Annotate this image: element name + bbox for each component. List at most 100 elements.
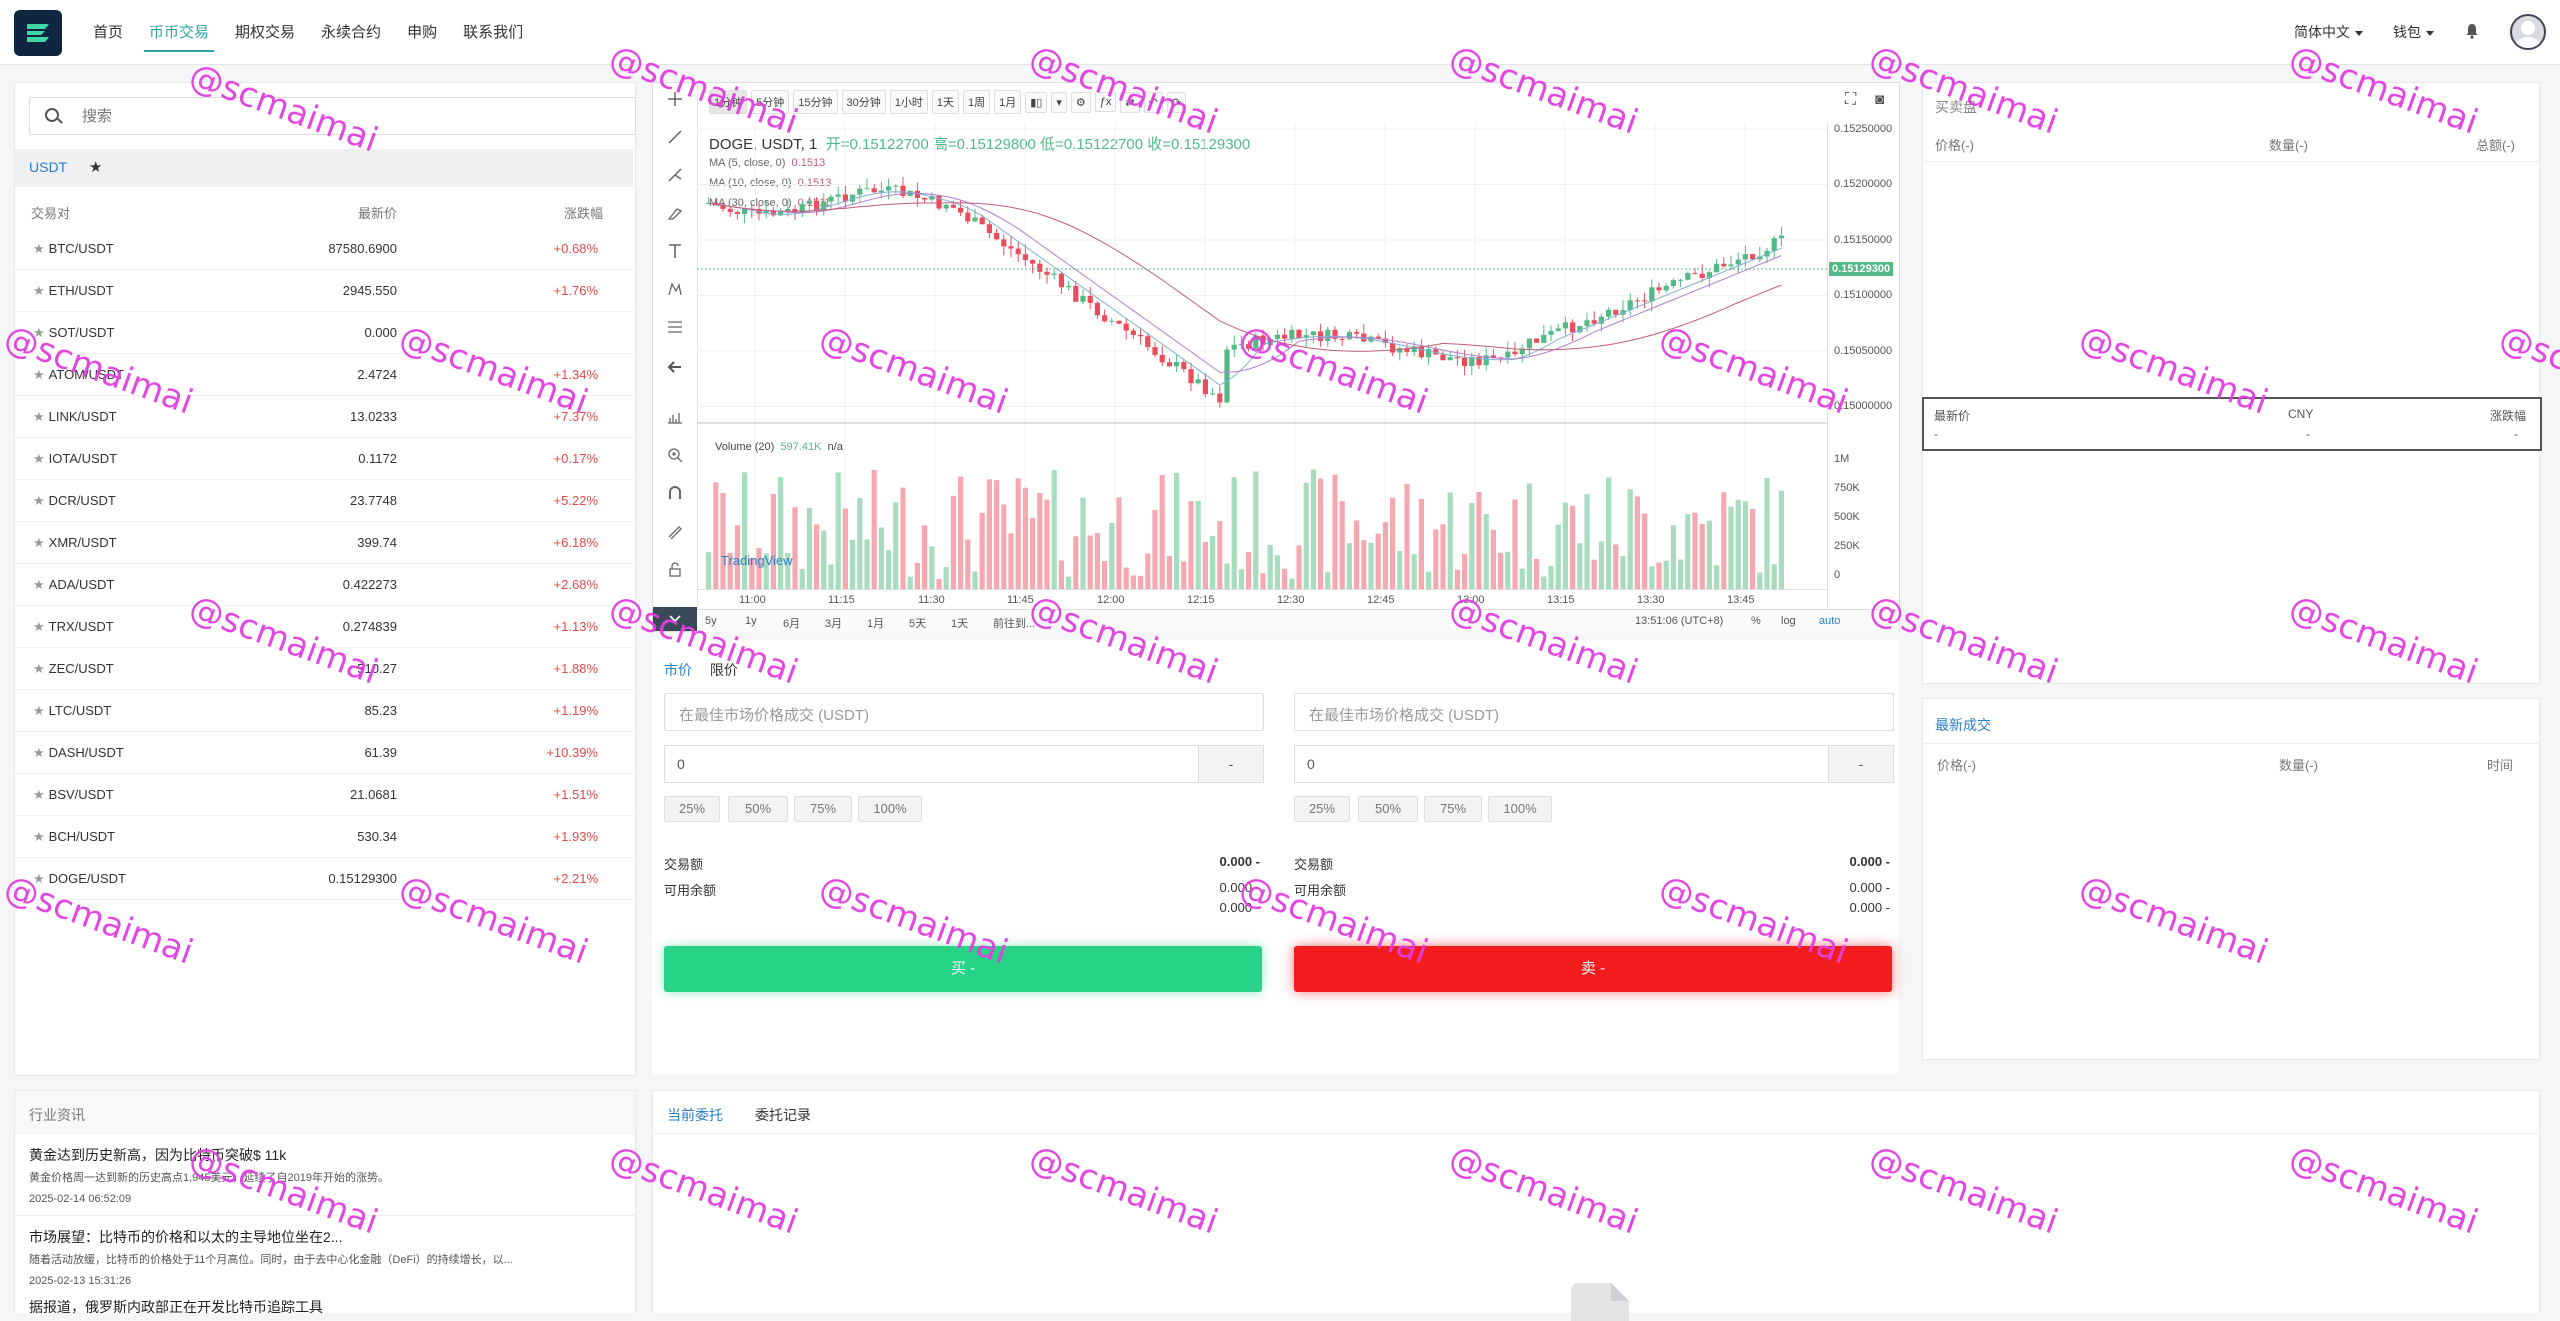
buy-price-field[interactable]: 在最佳市场价格成交 (USDT) (664, 693, 1264, 731)
market-row[interactable]: SOT/USDT 0.000 (15, 311, 633, 354)
sell-pct-50[interactable]: 50% (1358, 796, 1418, 822)
market-row[interactable]: BCH/USDT 530.34 +1.93% (15, 815, 633, 858)
range-5y[interactable]: 5y (705, 615, 717, 627)
range-1d[interactable]: 1天 (951, 615, 968, 631)
market-row[interactable]: LTC/USDT 85.23 +1.19% (15, 689, 633, 732)
market-row[interactable]: ZEC/USDT 510.27 +1.88% (15, 647, 633, 690)
fib-icon[interactable] (667, 319, 683, 335)
range-3m[interactable]: 3月 (825, 615, 842, 631)
market-row[interactable]: ETH/USDT 2945.550 +1.76% (15, 269, 633, 312)
zoom-in-icon[interactable] (667, 447, 683, 463)
range-1m[interactable]: 1月 (867, 615, 884, 631)
market-row[interactable]: BTC/USDT 87580.6900 +0.68% (15, 227, 633, 270)
scale-auto[interactable]: auto (1819, 615, 1840, 627)
news-item[interactable]: 市场展望：比特币的价格和以太的主导地位坐在2... 随着活动放缓，比特币的价格处… (29, 1227, 629, 1287)
pencil-lock-icon[interactable] (667, 523, 683, 539)
interval-1m[interactable]: 1分钟 (709, 90, 748, 114)
wallet-dropdown[interactable]: 钱包 (2393, 22, 2434, 42)
market-row[interactable]: DOGE/USDT 0.15129300 +2.21% (15, 857, 633, 900)
buy-pct-25[interactable]: 25% (664, 796, 720, 822)
buy-button[interactable]: 买 - (664, 946, 1262, 992)
interval-5m[interactable]: 5分钟 (751, 90, 790, 114)
brush-icon[interactable] (667, 205, 683, 221)
range-1y[interactable]: 1y (745, 615, 757, 627)
sell-pct-75[interactable]: 75% (1424, 796, 1482, 822)
buy-pct-100[interactable]: 100% (858, 796, 922, 822)
nav-spot-trading[interactable]: 币币交易 (136, 0, 222, 64)
minus-button[interactable]: - (1828, 746, 1893, 782)
nav-contact[interactable]: 联系我们 (450, 0, 536, 64)
sell-button[interactable]: 卖 - (1294, 946, 1892, 992)
undo-icon[interactable]: ↶ (1143, 91, 1163, 113)
tab-usdt[interactable]: USDT (29, 159, 67, 175)
news-item[interactable]: 黄金达到历史新高，因为比特币突破$ 11k 黄金价格周一达到新的历史高点1,94… (29, 1145, 629, 1205)
interval-1w[interactable]: 1周 (963, 90, 991, 114)
interval-15m[interactable]: 15分钟 (793, 90, 838, 114)
compare-icon[interactable]: ⇄ (1120, 91, 1140, 113)
market-row[interactable]: ATOM/USDT 2.4724 +1.34% (15, 353, 633, 396)
market-row[interactable]: LINK/USDT 13.0233 +7.37% (15, 395, 633, 438)
nav-perpetual[interactable]: 永续合约 (308, 0, 394, 64)
tradingview-logo[interactable]: TradingView (721, 553, 793, 568)
logo[interactable] (14, 10, 62, 56)
market-row[interactable]: TRX/USDT 0.274839 +1.13% (15, 605, 633, 648)
avatar[interactable] (2510, 14, 2546, 50)
trades-col-time: 时间 (2486, 758, 2513, 773)
text-icon[interactable] (667, 243, 683, 259)
redo-icon[interactable]: ↷ (1166, 91, 1187, 113)
scale-percent[interactable]: % (1751, 615, 1761, 627)
arrow-left-icon[interactable] (667, 359, 683, 375)
search-input[interactable] (80, 98, 624, 134)
tab-market-order[interactable]: 市价 (664, 662, 692, 678)
pattern-icon[interactable] (667, 281, 683, 297)
notification-bell-icon[interactable] (2464, 23, 2480, 42)
nav-home[interactable]: 首页 (80, 0, 136, 64)
indicators-icon[interactable]: ƒx (1094, 92, 1117, 112)
magnet-icon[interactable] (667, 485, 683, 501)
tab-current-orders[interactable]: 当前委托 (667, 1105, 723, 1125)
interval-1M[interactable]: 1月 (994, 90, 1022, 114)
market-row[interactable]: DCR/USDT 23.7748 +5.22% (15, 479, 633, 522)
dropdown-icon[interactable]: ▾ (1051, 91, 1067, 113)
crosshair-icon[interactable] (667, 91, 683, 107)
range-5d[interactable]: 5天 (909, 615, 926, 631)
scale-log[interactable]: log (1781, 615, 1796, 627)
trend-line-icon[interactable] (667, 129, 683, 145)
range-6m[interactable]: 6月 (783, 615, 800, 631)
camera-icon[interactable]: ◙ (1875, 91, 1884, 108)
tab-limit-order[interactable]: 限价 (710, 662, 738, 678)
tab-favorites[interactable]: ★ (89, 158, 102, 176)
minus-button[interactable]: - (1198, 746, 1263, 782)
quantity-value: 0 (1307, 756, 1315, 772)
market-row[interactable]: IOTA/USDT 0.1172 +0.17% (15, 437, 633, 480)
market-row[interactable]: BSV/USDT 21.0681 +1.51% (15, 773, 633, 816)
interval-1d[interactable]: 1天 (931, 90, 959, 114)
sell-quantity-field[interactable]: 0- (1294, 745, 1894, 783)
interval-30m[interactable]: 30分钟 (841, 90, 886, 114)
news-item[interactable]: 据报道，俄罗斯内政部正在开发比特币追踪工具 (29, 1297, 629, 1317)
market-row[interactable]: XMR/USDT 399.74 +6.18% (15, 521, 633, 564)
market-row[interactable]: DASH/USDT 61.39 +10.39% (15, 731, 633, 774)
buy-quantity-field[interactable]: 0- (664, 745, 1264, 783)
candle-type-icon[interactable]: ▮▯ (1025, 91, 1048, 113)
goto-date[interactable]: 前往到... (993, 615, 1035, 631)
buy-pct-50[interactable]: 50% (728, 796, 788, 822)
collapse-toolbar-button[interactable] (653, 607, 697, 631)
pitchfork-icon[interactable] (667, 167, 683, 183)
lock-icon[interactable] (667, 561, 683, 577)
settings-gear-icon[interactable]: ⚙ (1070, 91, 1091, 113)
language-dropdown[interactable]: 简体中文 (2294, 22, 2363, 42)
price-tick: 0.15150000 (1834, 234, 1893, 246)
nav-options[interactable]: 期权交易 (222, 0, 308, 64)
fullscreen-icon[interactable]: ⛶ (1845, 91, 1856, 109)
price-chart[interactable]: 1分钟 5分钟 15分钟 30分钟 1小时 1天 1周 1月 ▮▯ ▾ ⚙ ƒx… (652, 82, 1900, 632)
sell-price-field[interactable]: 在最佳市场价格成交 (USDT) (1294, 693, 1894, 731)
nav-subscribe[interactable]: 申购 (394, 0, 450, 64)
market-row[interactable]: ADA/USDT 0.422273 +2.68% (15, 563, 633, 606)
tab-order-history[interactable]: 委托记录 (755, 1105, 811, 1125)
interval-1h[interactable]: 1小时 (889, 90, 928, 114)
buy-pct-75[interactable]: 75% (794, 796, 852, 822)
sell-pct-100[interactable]: 100% (1488, 796, 1552, 822)
measure-icon[interactable] (667, 409, 683, 425)
sell-pct-25[interactable]: 25% (1294, 796, 1350, 822)
